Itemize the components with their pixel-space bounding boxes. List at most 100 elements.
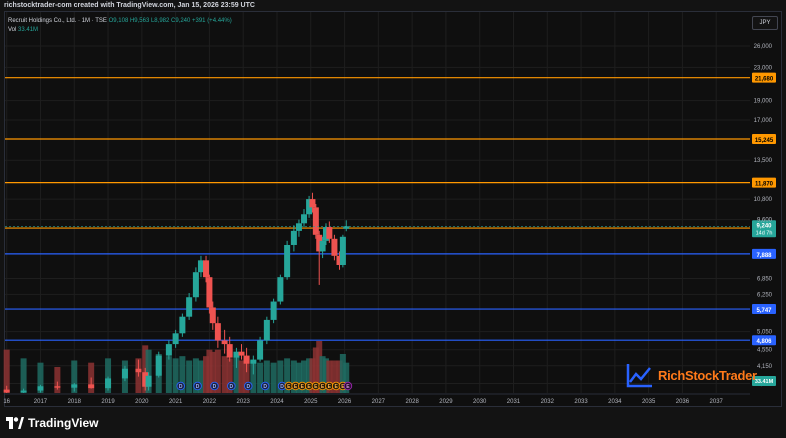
level-label: 21,680 — [755, 77, 774, 83]
y-tick-label: 26,000 — [754, 44, 773, 50]
x-tick-label: 2020 — [135, 399, 149, 405]
candle-body — [243, 355, 250, 364]
candle-body — [179, 316, 186, 334]
x-tick-label: 2029 — [439, 399, 453, 405]
level-label: 4,806 — [756, 339, 772, 345]
legend-volume-label: Vol — [8, 27, 17, 33]
candle-body — [186, 297, 193, 317]
watermark-text: RichStockTrader — [658, 367, 757, 383]
y-tick-label: 4,150 — [757, 364, 773, 370]
candle-body — [105, 378, 112, 389]
candle-body — [206, 277, 213, 308]
candle-body — [326, 227, 333, 239]
x-tick-label: 2021 — [169, 399, 183, 405]
tradingview-brand: TradingView — [28, 416, 99, 430]
last-price-countdown: 14d 7h — [756, 230, 773, 236]
x-tick-label: 2019 — [101, 399, 115, 405]
event-marker-label: D — [280, 384, 284, 390]
x-tick-label: 2036 — [676, 399, 690, 405]
y-tick-label: 23,000 — [754, 65, 773, 71]
y-tick-label: 6,850 — [757, 276, 773, 282]
candle-body — [145, 375, 152, 387]
y-tick-label: 13,500 — [754, 158, 773, 164]
candle-body — [3, 389, 10, 393]
candle-body — [309, 199, 316, 208]
candle-body — [312, 207, 319, 235]
tradingview-logo-icon — [6, 417, 24, 429]
candle-body — [257, 340, 264, 360]
x-tick-label: 2031 — [507, 399, 521, 405]
volume-bar — [20, 358, 27, 393]
volume-bar — [186, 360, 193, 393]
x-tick-label: 2025 — [304, 399, 318, 405]
candle-body — [20, 390, 27, 393]
footer-bar — [0, 408, 786, 438]
candle-body — [226, 344, 233, 358]
y-tick-label: 5,050 — [757, 330, 773, 336]
level-label: 7,888 — [756, 253, 772, 259]
y-tick-label: 4,550 — [757, 348, 773, 354]
candle-body — [295, 223, 302, 231]
candle-body — [135, 368, 142, 373]
x-tick-label: 2024 — [270, 399, 284, 405]
x-tick-label: 2034 — [608, 399, 622, 405]
level-label: 11,870 — [755, 182, 774, 188]
currency-button[interactable]: JPY — [752, 16, 778, 30]
candle-body — [270, 301, 277, 320]
candle-body — [88, 384, 95, 389]
last-price-value: 9,240 — [756, 223, 772, 229]
candle-body — [165, 344, 172, 356]
y-tick-label: 6,250 — [757, 292, 773, 298]
candle-body — [121, 368, 128, 379]
candle-body — [290, 230, 297, 245]
candle-body — [214, 323, 221, 341]
level-label: 15,245 — [755, 138, 774, 144]
candle-body — [221, 340, 228, 345]
x-tick-label: 16 — [3, 399, 10, 405]
x-tick-label: 2026 — [338, 399, 352, 405]
x-tick-label: 2030 — [473, 399, 487, 405]
candle-body — [343, 226, 350, 229]
level-label: 5,747 — [756, 308, 772, 314]
candle-body — [263, 319, 270, 341]
legend-volume-value: 33.41M — [18, 27, 39, 33]
event-marker-label: D — [179, 384, 183, 390]
candle-body — [250, 359, 257, 364]
event-marker-label: D — [246, 384, 250, 390]
event-marker-label: D — [196, 384, 200, 390]
y-tick-label: 9,600 — [757, 218, 773, 224]
x-tick-label: 2035 — [642, 399, 656, 405]
candle-body — [71, 384, 78, 388]
candle-body — [301, 214, 308, 224]
event-marker-label: D — [213, 384, 217, 390]
chart-logo-icon — [626, 364, 652, 388]
legend-volume-row: Vol 33.41M — [8, 26, 232, 35]
chart-legend: Recruit Holdings Co., Ltd. · 1M · TSE O9… — [8, 17, 232, 35]
tradingview-logo[interactable]: TradingView — [6, 416, 98, 430]
volume-bar — [270, 362, 277, 393]
richstocktrader-watermark: RichStockTrader — [626, 362, 757, 388]
candle-body — [284, 244, 291, 278]
candle-body — [37, 386, 44, 391]
candle-body — [319, 240, 326, 252]
legend-symbol[interactable]: Recruit Holdings Co., Ltd. · 1M · TSE — [8, 18, 107, 24]
x-tick-label: 2023 — [237, 399, 251, 405]
candle-body — [331, 238, 338, 256]
event-marker-label: D — [230, 384, 234, 390]
candle-body — [192, 272, 199, 298]
candle-body — [172, 333, 179, 345]
candle-body — [155, 355, 162, 376]
candle-body — [203, 260, 210, 278]
legend-ohlc: O9,108 H9,563 L8,982 C9,240 +391 (+4.44%… — [108, 18, 232, 24]
legend-symbol-row: Recruit Holdings Co., Ltd. · 1M · TSE O9… — [8, 17, 232, 26]
candle-body — [339, 236, 346, 265]
candle-body — [54, 386, 61, 388]
x-tick-label: 2018 — [68, 399, 82, 405]
candle-body — [238, 351, 245, 356]
x-tick-label: 2027 — [372, 399, 386, 405]
x-tick-label: 2037 — [710, 399, 724, 405]
y-tick-label: 17,000 — [754, 118, 773, 124]
x-tick-label: 2033 — [574, 399, 588, 405]
candle-body — [209, 307, 216, 324]
x-tick-label: 2017 — [34, 399, 48, 405]
